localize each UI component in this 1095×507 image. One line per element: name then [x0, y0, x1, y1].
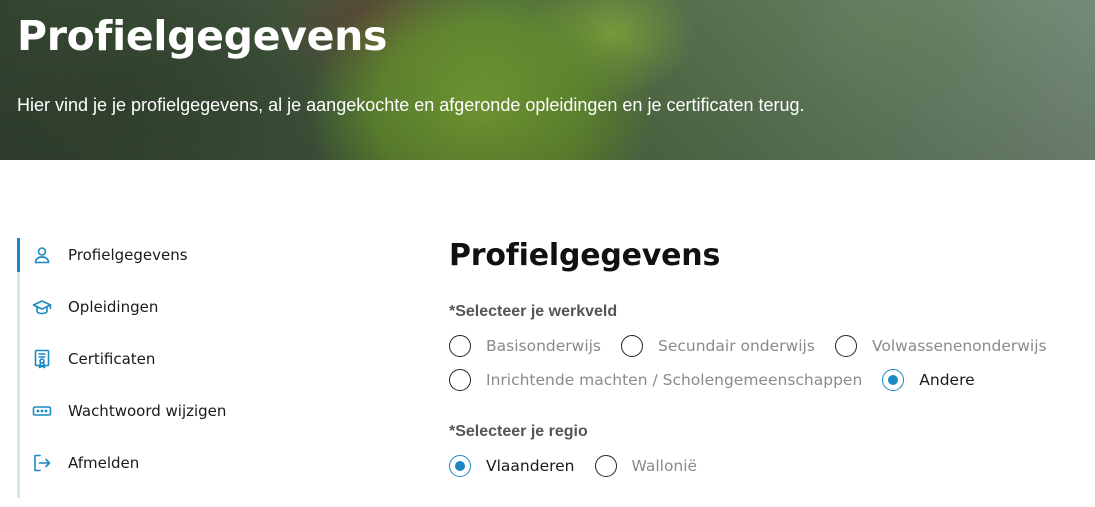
sidebar-item-label: Opleidingen: [68, 298, 159, 316]
page-title: Profielgegevens: [449, 238, 721, 273]
radio-circle-selected[interactable]: [449, 455, 471, 477]
hero-subtitle: Hier vind je je profielgegevens, al je a…: [17, 95, 805, 115]
password-icon: [32, 401, 52, 421]
radio-circle[interactable]: [834, 335, 857, 357]
regio-options-row: Vlaanderen Wallonië: [449, 455, 1089, 477]
radio-circle[interactable]: [449, 369, 471, 391]
radio-volwassenenonderwijs[interactable]: Volwassenenonderwijs: [834, 335, 1047, 357]
radio-circle[interactable]: [594, 455, 617, 477]
radio-circle-selected[interactable]: [882, 369, 905, 391]
radio-wallonie[interactable]: Wallonië: [594, 455, 697, 477]
sidebar-item-label: Certificaten: [68, 350, 156, 368]
hero-banner: Profielgegevens Hier vind je je profielg…: [0, 0, 1095, 160]
certificate-icon: [32, 349, 52, 369]
profile-form: Profielgegevens *Selecteer je werkveld B…: [449, 238, 1089, 477]
radio-inrichtende-machten[interactable]: Inrichtende machten / Scholengemeenschap…: [449, 369, 862, 391]
sidebar-item-label: Profielgegevens: [68, 246, 188, 264]
sidebar-item-opleidingen[interactable]: Opleidingen: [20, 290, 320, 342]
logout-icon: [32, 453, 52, 473]
regio-label: *Selecteer je regio: [449, 423, 588, 440]
sidebar-item-label: Wachtwoord wijzigen: [68, 402, 227, 420]
sidebar-nav: Profielgegevens Opleidingen Certificaten: [17, 238, 320, 498]
sidebar-item-afmelden[interactable]: Afmelden: [20, 446, 320, 498]
werkveld-options-row-1: Basisonderwijs Secundair onderwijs Volwa…: [449, 335, 1089, 357]
user-icon: [32, 245, 52, 265]
hero-title: Profielgegevens: [17, 12, 388, 60]
sidebar-item-profielgegevens[interactable]: Profielgegevens: [17, 238, 320, 290]
werkveld-options-row-2: Inrichtende machten / Scholengemeenschap…: [449, 369, 1089, 391]
graduation-cap-icon: [32, 297, 52, 317]
werkveld-label: *Selecteer je werkveld: [449, 303, 618, 320]
sidebar-item-wachtwoord-wijzigen[interactable]: Wachtwoord wijzigen: [20, 394, 320, 446]
radio-andere[interactable]: Andere: [882, 369, 975, 391]
sidebar-item-label: Afmelden: [68, 454, 140, 472]
sidebar-item-certificaten[interactable]: Certificaten: [20, 342, 320, 394]
radio-circle[interactable]: [449, 335, 471, 357]
radio-secundair-onderwijs[interactable]: Secundair onderwijs: [621, 335, 815, 357]
radio-circle[interactable]: [621, 335, 644, 357]
radio-vlaanderen[interactable]: Vlaanderen: [449, 455, 575, 477]
radio-basisonderwijs[interactable]: Basisonderwijs: [449, 335, 601, 357]
